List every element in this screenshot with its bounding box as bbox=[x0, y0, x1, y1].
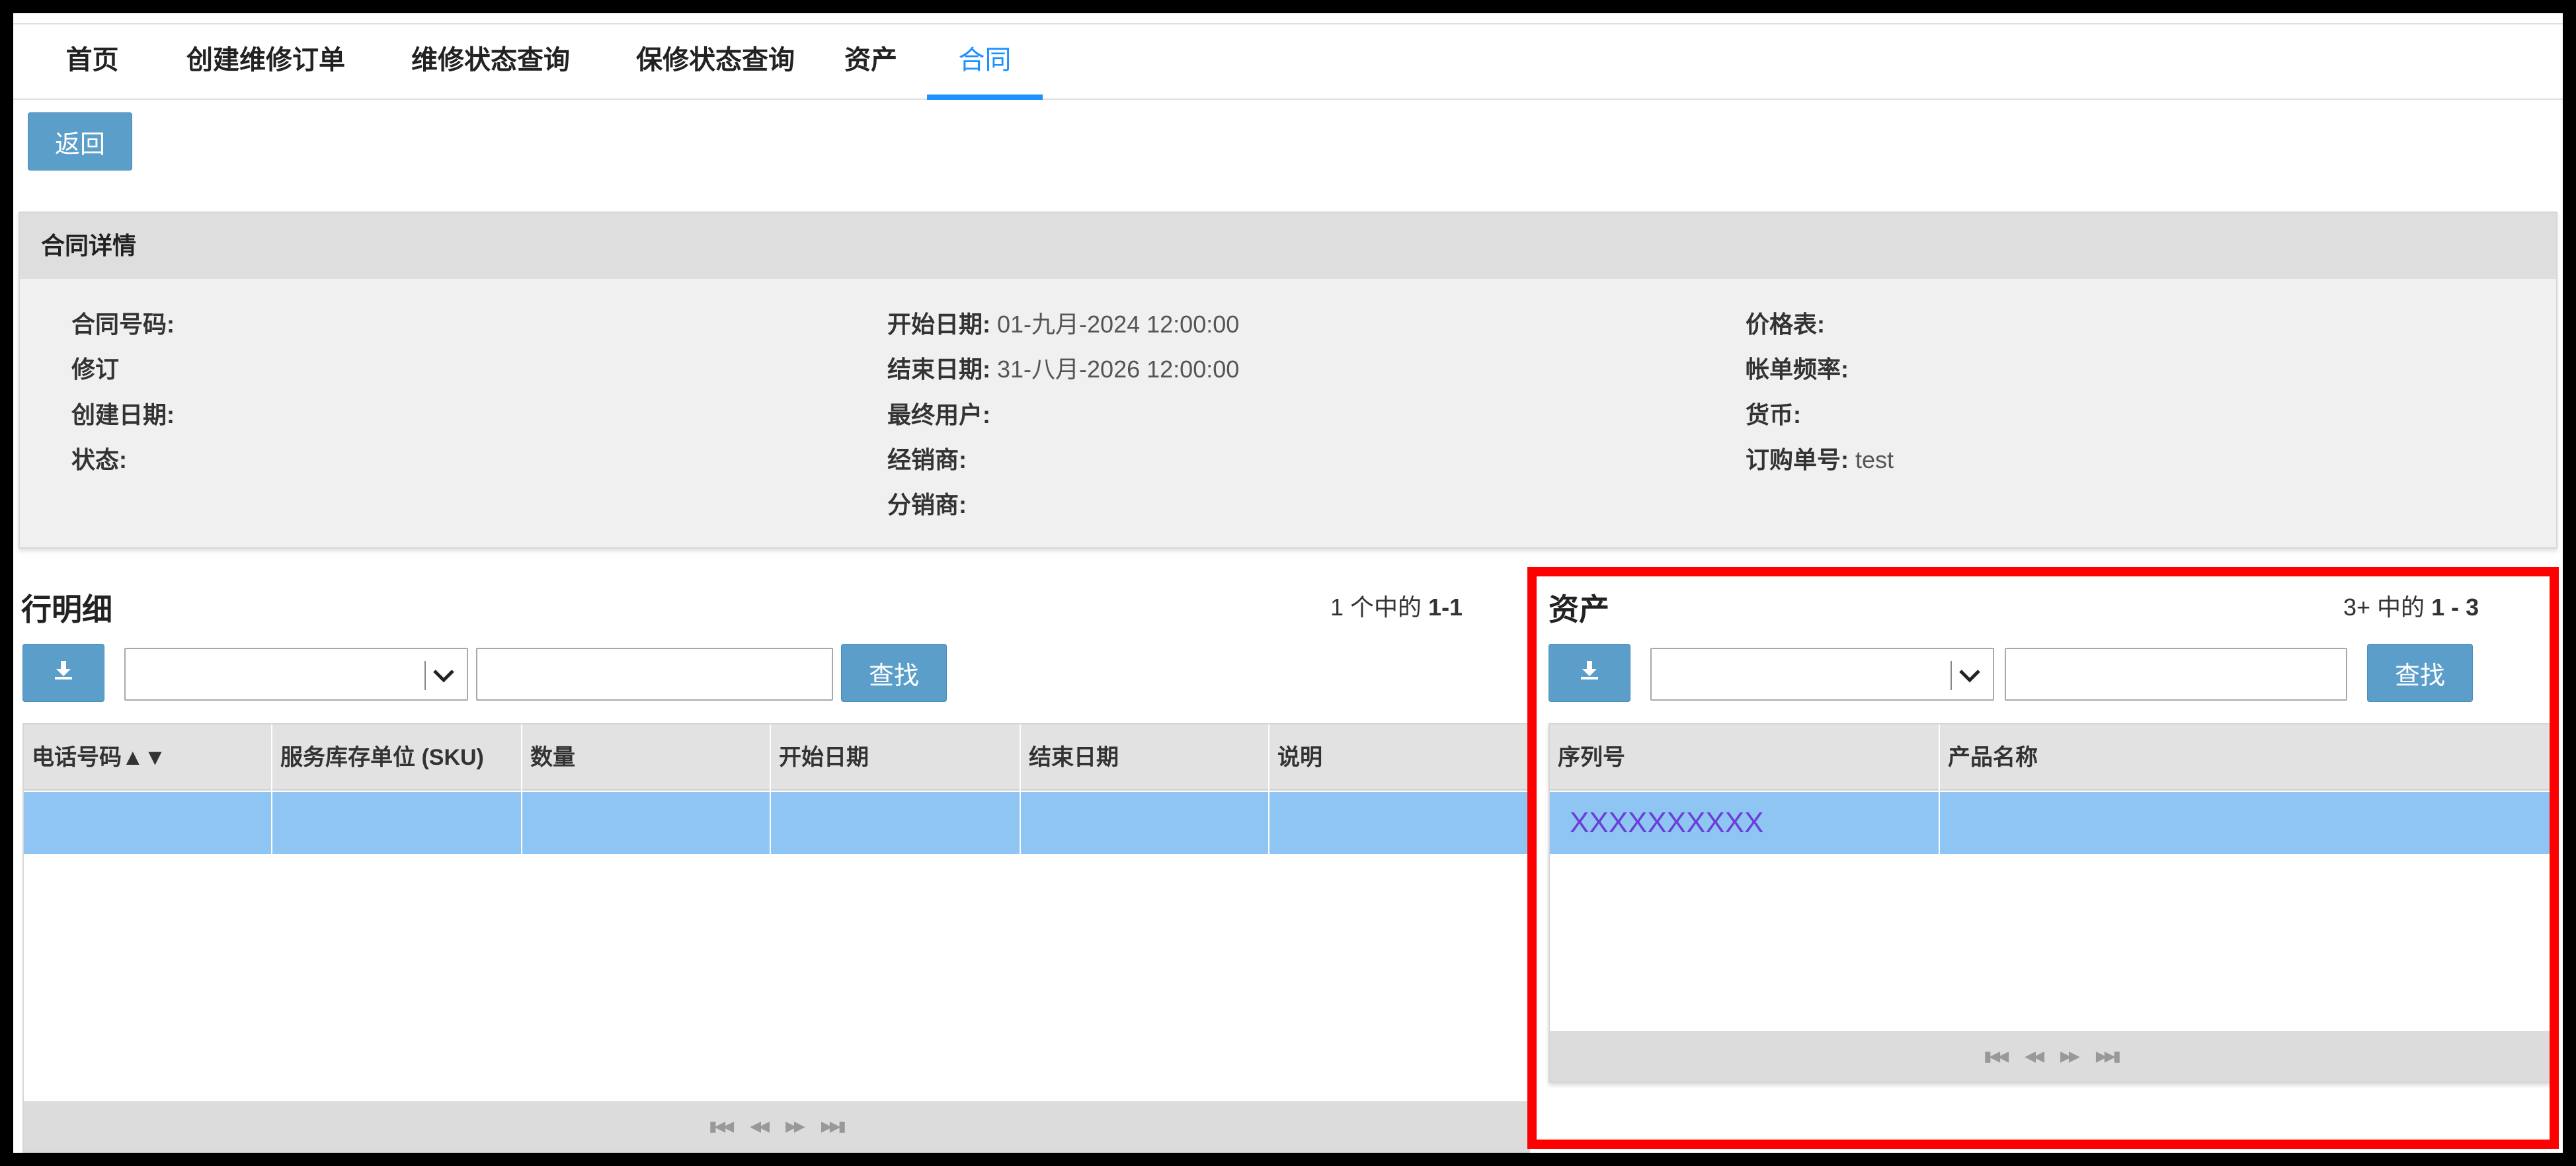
download-icon bbox=[1578, 658, 1601, 687]
cell-serial-number: XXXXXXXXXX bbox=[1550, 792, 1940, 854]
assets-count-range: 1 - 3 bbox=[2431, 594, 2479, 621]
assets-search-button[interactable]: 查找 bbox=[2367, 644, 2473, 702]
billing-frequency-label: 帐单频率: bbox=[1746, 356, 1849, 383]
next-page-icon[interactable]: ▶▶ bbox=[2060, 1048, 2080, 1065]
contract-number-label: 合同号码: bbox=[71, 311, 175, 338]
created-date-label: 创建日期: bbox=[71, 401, 175, 428]
column-serial-number[interactable]: 序列号 bbox=[1550, 724, 1940, 791]
column-start-date[interactable]: 开始日期 bbox=[771, 724, 1021, 791]
currency-label: 货币: bbox=[1746, 401, 1801, 428]
line-details-grid: 电话号码▲▼ 服务库存单位 (SKU) 数量 开始日期 结束日期 说明 ▮◀◀ … bbox=[22, 723, 1531, 1153]
cell-service-sku bbox=[272, 792, 522, 854]
cell-end-date bbox=[1021, 792, 1269, 854]
status-label: 状态: bbox=[71, 446, 127, 473]
assets-filter-dropdown[interactable] bbox=[1650, 648, 1994, 701]
column-phone-number[interactable]: 电话号码▲▼ bbox=[24, 724, 272, 791]
tab-home[interactable]: 首页 bbox=[48, 24, 137, 100]
distributor-field: 分销商: bbox=[887, 486, 967, 520]
chevron-down-icon[interactable] bbox=[1953, 656, 1986, 695]
assets-title: 资产 bbox=[1549, 592, 1609, 627]
line-details-count: 1 个中的 1-1 bbox=[1330, 588, 1463, 623]
po-number-value: test bbox=[1855, 446, 1894, 473]
last-page-icon[interactable]: ▶▶▮ bbox=[2096, 1048, 2121, 1065]
dropdown-separator bbox=[424, 661, 426, 690]
status-field: 状态: bbox=[71, 441, 127, 475]
distributor-label: 分销商: bbox=[887, 491, 967, 518]
end-user-label: 最终用户: bbox=[887, 401, 990, 428]
tab-assets[interactable]: 资产 bbox=[834, 24, 907, 100]
price-list-label: 价格表: bbox=[1746, 311, 1825, 338]
table-row[interactable] bbox=[24, 792, 1531, 854]
line-export-button[interactable] bbox=[22, 644, 104, 702]
assets-search-input[interactable] bbox=[2005, 648, 2347, 701]
back-button[interactable]: 返回 bbox=[28, 112, 132, 171]
currency-field: 货币: bbox=[1746, 396, 1801, 430]
po-number-label: 订购单号: bbox=[1746, 446, 1849, 473]
prev-page-icon[interactable]: ◀◀ bbox=[750, 1118, 770, 1135]
line-details-title: 行明细 bbox=[21, 592, 112, 627]
start-date-value: 01-九月-2024 12:00:00 bbox=[997, 311, 1240, 338]
contract-details-title: 合同详情 bbox=[20, 213, 2556, 279]
assets-export-button[interactable] bbox=[1549, 644, 1630, 702]
revision-label: 修订 bbox=[71, 356, 120, 383]
first-page-icon[interactable]: ▮◀◀ bbox=[709, 1118, 734, 1135]
table-row[interactable]: XXXXXXXXXX bbox=[1550, 792, 2555, 854]
assets-count: 3+ 中的 1 - 3 bbox=[2343, 588, 2479, 623]
chevron-down-icon[interactable] bbox=[427, 656, 460, 695]
cell-phone-number bbox=[24, 792, 272, 854]
created-date-field: 创建日期: bbox=[71, 396, 175, 430]
serial-number-link[interactable]: XXXXXXXXXX bbox=[1570, 792, 1763, 854]
end-user-field: 最终用户: bbox=[887, 396, 990, 430]
assets-grid: 序列号 产品名称 XXXXXXXXXX ▮◀◀ ◀◀ ▶▶ ▶▶▮ bbox=[1549, 723, 2555, 1083]
app-window: 首页 创建维修订单 维修状态查询 保修状态查询 资产 合同 返回 合同详情 合同… bbox=[13, 13, 2563, 1153]
line-filter-dropdown[interactable] bbox=[124, 648, 468, 701]
line-search-input[interactable] bbox=[476, 648, 833, 701]
contract-details-panel: 合同详情 合同号码: 修订 创建日期: 状态: 开始日期: 01-九月-2024… bbox=[19, 212, 2557, 549]
column-quantity[interactable]: 数量 bbox=[522, 724, 771, 791]
prev-page-icon[interactable]: ◀◀ bbox=[2025, 1048, 2044, 1065]
line-details-count-prefix: 1 个中的 bbox=[1330, 594, 1422, 621]
dropdown-separator bbox=[1951, 661, 1952, 690]
end-date-field: 结束日期: 31-八月-2026 12:00:00 bbox=[887, 350, 1239, 385]
po-number-field: 订购单号: test bbox=[1746, 441, 1894, 475]
line-details-pager: ▮◀◀ ◀◀ ▶▶ ▶▶▮ bbox=[24, 1101, 1529, 1151]
tab-warranty-status[interactable]: 保修状态查询 bbox=[616, 24, 815, 100]
tab-repair-status[interactable]: 维修状态查询 bbox=[391, 24, 590, 100]
column-product-name[interactable]: 产品名称 bbox=[1940, 724, 2555, 791]
download-icon bbox=[52, 658, 75, 687]
tab-create-repair-order[interactable]: 创建维修订单 bbox=[167, 24, 365, 100]
assets-header: 序列号 产品名称 bbox=[1550, 724, 2555, 791]
assets-pager: ▮◀◀ ◀◀ ▶▶ ▶▶▮ bbox=[1550, 1031, 2552, 1081]
revision-field: 修订 bbox=[71, 350, 119, 385]
billing-frequency-field: 帐单频率: bbox=[1746, 350, 1849, 385]
line-details-header: 电话号码▲▼ 服务库存单位 (SKU) 数量 开始日期 结束日期 说明 bbox=[24, 724, 1531, 791]
cell-product-name bbox=[1940, 792, 2555, 854]
price-list-field: 价格表: bbox=[1746, 305, 1825, 340]
contract-number-field: 合同号码: bbox=[71, 305, 175, 340]
column-service-sku[interactable]: 服务库存单位 (SKU) bbox=[272, 724, 522, 791]
last-page-icon[interactable]: ▶▶▮ bbox=[821, 1118, 846, 1135]
cell-start-date bbox=[771, 792, 1021, 854]
column-end-date[interactable]: 结束日期 bbox=[1021, 724, 1269, 791]
assets-count-prefix: 3+ 中的 bbox=[2343, 594, 2425, 621]
end-date-label: 结束日期: bbox=[887, 356, 990, 383]
next-page-icon[interactable]: ▶▶ bbox=[785, 1118, 805, 1135]
line-search-button[interactable]: 查找 bbox=[841, 644, 947, 702]
first-page-icon[interactable]: ▮◀◀ bbox=[1984, 1048, 2009, 1065]
line-details-count-range: 1-1 bbox=[1428, 594, 1463, 621]
cell-quantity bbox=[522, 792, 771, 854]
end-date-value: 31-八月-2026 12:00:00 bbox=[997, 356, 1240, 383]
tab-contracts[interactable]: 合同 bbox=[927, 24, 1043, 100]
start-date-label: 开始日期: bbox=[887, 311, 990, 338]
reseller-field: 经销商: bbox=[887, 441, 967, 475]
column-description[interactable]: 说明 bbox=[1269, 724, 1531, 791]
cell-description bbox=[1269, 792, 1531, 854]
start-date-field: 开始日期: 01-九月-2024 12:00:00 bbox=[887, 305, 1239, 340]
top-nav: 首页 创建维修订单 维修状态查询 保修状态查询 资产 合同 bbox=[13, 23, 2563, 100]
reseller-label: 经销商: bbox=[887, 446, 967, 473]
